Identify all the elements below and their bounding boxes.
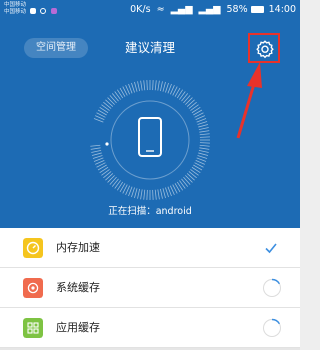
scan-tick xyxy=(185,175,193,183)
scan-tick xyxy=(107,97,115,105)
scan-tick xyxy=(199,144,210,147)
scan-tick xyxy=(165,82,169,93)
scan-tick xyxy=(109,95,117,104)
battery-icon xyxy=(250,6,264,13)
scan-tick xyxy=(137,188,140,199)
notification-icon xyxy=(30,8,36,14)
scan-tick xyxy=(152,80,154,91)
scan-tick xyxy=(199,130,210,133)
list-item[interactable]: 系统缓存 xyxy=(0,268,300,308)
scan-tick xyxy=(140,189,143,200)
scan-tick xyxy=(199,147,210,150)
network-speed: 0K/s xyxy=(130,4,151,15)
scan-tick xyxy=(111,93,119,102)
scan-tick xyxy=(199,142,210,144)
scan-tick xyxy=(154,80,157,91)
scan-tick xyxy=(181,93,189,102)
scan-tick xyxy=(103,171,112,179)
annotation-arrow xyxy=(236,62,262,139)
scan-tick xyxy=(160,81,163,92)
scan-tick xyxy=(165,187,169,198)
scan-tick xyxy=(131,187,135,198)
speed-icon xyxy=(23,238,43,258)
scan-tick xyxy=(188,101,197,109)
scan-tick xyxy=(90,144,101,147)
scan-tick xyxy=(134,188,138,199)
scan-tick xyxy=(183,176,191,185)
scan-tick xyxy=(167,83,172,94)
wifi-icon: ≈ xyxy=(156,4,165,15)
check-icon xyxy=(265,243,277,254)
battery-percent: 58% xyxy=(226,4,248,15)
item-label: 内存加速 xyxy=(56,241,100,254)
signal-icon: ▂▄▆ xyxy=(170,4,193,15)
list-item[interactable]: 内存加速 xyxy=(0,228,300,268)
carrier-label: 中国移动 中国移动 xyxy=(4,2,27,15)
scan-tick xyxy=(92,155,103,159)
scan-tick xyxy=(198,124,209,128)
scan-tick xyxy=(181,178,189,187)
status-bar: 中国移动 中国移动 0K/s ≈ ▂▄▆ ▂▄▆ 58% 14:00 xyxy=(0,0,300,22)
scan-tick xyxy=(103,101,112,109)
status-right: 0K/s ≈ ▂▄▆ ▂▄▆ 58% 14:00 xyxy=(127,4,296,16)
scan-tick xyxy=(90,147,101,150)
scan-tick xyxy=(152,189,154,200)
app-cache-icon xyxy=(23,318,43,338)
scan-tick xyxy=(199,136,210,138)
settings-highlight-box xyxy=(248,33,280,63)
scan-tick xyxy=(197,155,208,159)
scan-tick xyxy=(160,188,163,199)
scan-tick xyxy=(140,80,143,91)
scan-tick xyxy=(183,95,191,104)
scan-tick xyxy=(131,82,135,93)
scan-tick xyxy=(146,189,148,200)
scan-tick xyxy=(146,80,148,91)
scan-tick xyxy=(93,157,104,162)
scan-tick xyxy=(162,188,166,199)
scan-tick xyxy=(198,152,209,156)
list-item[interactable]: 应用缓存 xyxy=(0,308,300,348)
header-panel: 中国移动 中国移动 0K/s ≈ ▂▄▆ ▂▄▆ 58% 14:00 空间管理 建… xyxy=(0,0,300,228)
loading-spinner-icon xyxy=(263,318,281,337)
scan-progress-ring xyxy=(90,80,210,200)
scan-tick xyxy=(186,173,195,181)
loading-spinner-icon xyxy=(263,278,281,297)
scan-tick xyxy=(137,81,140,92)
clock: 14:00 xyxy=(268,4,296,15)
scan-tick xyxy=(157,80,160,91)
scan-tick xyxy=(91,152,102,156)
scan-tick xyxy=(105,173,114,181)
system-cache-icon xyxy=(23,278,43,298)
scan-tick xyxy=(198,127,209,130)
scan-tick xyxy=(105,99,114,107)
scan-status-text: 正在扫描：android xyxy=(108,206,192,217)
scan-tick xyxy=(188,171,197,179)
scan-tick xyxy=(111,178,119,187)
scan-tick xyxy=(143,80,146,91)
signal-4g-icon: ▂▄▆ xyxy=(198,4,221,15)
scan-tick xyxy=(154,189,157,200)
item-label: 应用缓存 xyxy=(56,321,100,334)
scan-tick xyxy=(167,186,172,197)
scan-tick xyxy=(199,133,210,136)
app-notification-icon xyxy=(51,8,57,14)
scan-tick xyxy=(157,189,160,200)
scan-tick xyxy=(162,81,166,92)
scan-tick xyxy=(107,175,115,183)
scan-tick xyxy=(134,81,138,92)
scan-tick xyxy=(91,150,102,153)
scan-tick xyxy=(185,97,193,105)
item-label: 系统缓存 xyxy=(56,281,100,294)
scan-tick xyxy=(109,176,117,185)
scan-tick xyxy=(143,189,146,200)
scan-tick xyxy=(196,157,207,162)
notification-dot-icon xyxy=(40,8,46,14)
scan-tick xyxy=(186,99,195,107)
scan-tick xyxy=(128,83,133,94)
scan-tick xyxy=(198,150,209,153)
scan-tick xyxy=(128,186,133,197)
scan-tick xyxy=(196,118,207,123)
scan-tick xyxy=(197,121,208,125)
scan-tick xyxy=(93,118,104,123)
